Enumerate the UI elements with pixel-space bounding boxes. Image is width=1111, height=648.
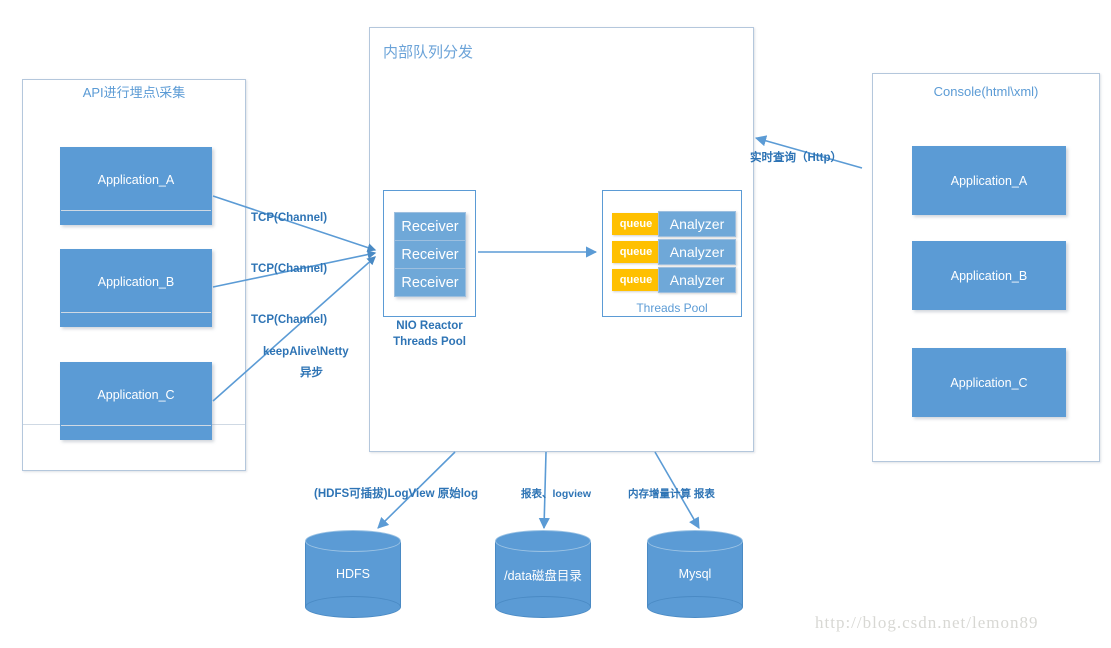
app-box-left-a[interactable]: Application_A [60, 147, 212, 225]
datastore-label: Mysql [678, 567, 712, 581]
datastore-hdfs[interactable]: HDFS [305, 530, 404, 622]
analyzer-chip[interactable]: Analyzer [658, 211, 736, 237]
queue-analyzer-row: queue Analyzer [612, 267, 736, 293]
app-box-divider [61, 210, 211, 211]
receiver-label: Receiver [401, 218, 459, 235]
queue-analyzer-row: queue Analyzer [612, 239, 736, 265]
panel-title-api-collection: API进行埋点\采集 [82, 85, 186, 100]
edge-label-hdfs-flow: (HDFS可插拔)LogView 原始log [314, 488, 478, 500]
queue-chip[interactable]: queue [612, 269, 660, 291]
nio-reactor-caption-line1: NIO Reactor [396, 320, 463, 332]
edge-label-keepalive-line1: keepAlive\Netty [263, 346, 349, 358]
console-box-c[interactable]: Application_C [912, 348, 1066, 417]
edge-label-tcp-3: TCP(Channel) [251, 314, 328, 326]
app-box-label: Application_A [97, 173, 175, 187]
queue-chip[interactable]: queue [612, 213, 660, 235]
edge-label-data-flow: 报表、logview [521, 488, 592, 500]
receiver-cell[interactable]: Receiver [394, 240, 466, 269]
console-box-label: Application_C [950, 375, 1028, 390]
analyzer-chip[interactable]: Analyzer [658, 267, 736, 293]
watermark: http://blog.csdn.net/lemon89 [815, 613, 1039, 632]
receiver-cell[interactable]: Receiver [394, 268, 466, 297]
app-box-left-c[interactable]: Application_C [60, 362, 212, 440]
datastore-data-dir[interactable]: /data磁盘目录 [495, 530, 594, 622]
nio-reactor-caption-line2: Threads Pool [393, 336, 466, 348]
console-box-a[interactable]: Application_A [912, 146, 1066, 215]
app-box-label: Application_B [97, 275, 175, 289]
queue-chip[interactable]: queue [612, 241, 660, 263]
datastore-mysql[interactable]: Mysql [647, 530, 746, 622]
edge-label-realtime-query: 实时查询（Http） [750, 152, 842, 164]
app-box-divider [61, 425, 211, 426]
datastore-label: /data磁盘目录 [504, 568, 582, 583]
edge-label-tcp-1: TCP(Channel) [251, 212, 328, 224]
receiver-stack: Receiver Receiver Receiver [394, 212, 466, 297]
app-box-label: Application_C [97, 388, 175, 402]
queue-analyzer-row: queue Analyzer [612, 211, 736, 237]
diagram-canvas: API进行埋点\采集 Application_A Application_B A… [0, 0, 1111, 648]
console-box-b[interactable]: Application_B [912, 241, 1066, 310]
panel-title-internal-queue-dispatch: 内部队列分发 [383, 44, 474, 61]
receiver-label: Receiver [401, 274, 459, 291]
analyzer-chip[interactable]: Analyzer [658, 239, 736, 265]
panel-title-console: Console(html\xml) [933, 84, 1039, 99]
app-box-divider [61, 312, 211, 313]
edge-label-mysql-flow: 内存增量计算 报表 [628, 488, 715, 500]
console-box-label: Application_A [950, 173, 1028, 188]
edge-label-keepalive-line2: 异步 [300, 367, 323, 379]
console-box-label: Application_B [950, 268, 1028, 283]
threads-pool-caption: Threads Pool [636, 301, 708, 315]
datastore-label: HDFS [335, 567, 371, 581]
app-box-left-b[interactable]: Application_B [60, 249, 212, 327]
receiver-cell[interactable]: Receiver [394, 212, 466, 241]
edge-label-tcp-2: TCP(Channel) [251, 263, 328, 275]
receiver-label: Receiver [401, 246, 459, 263]
